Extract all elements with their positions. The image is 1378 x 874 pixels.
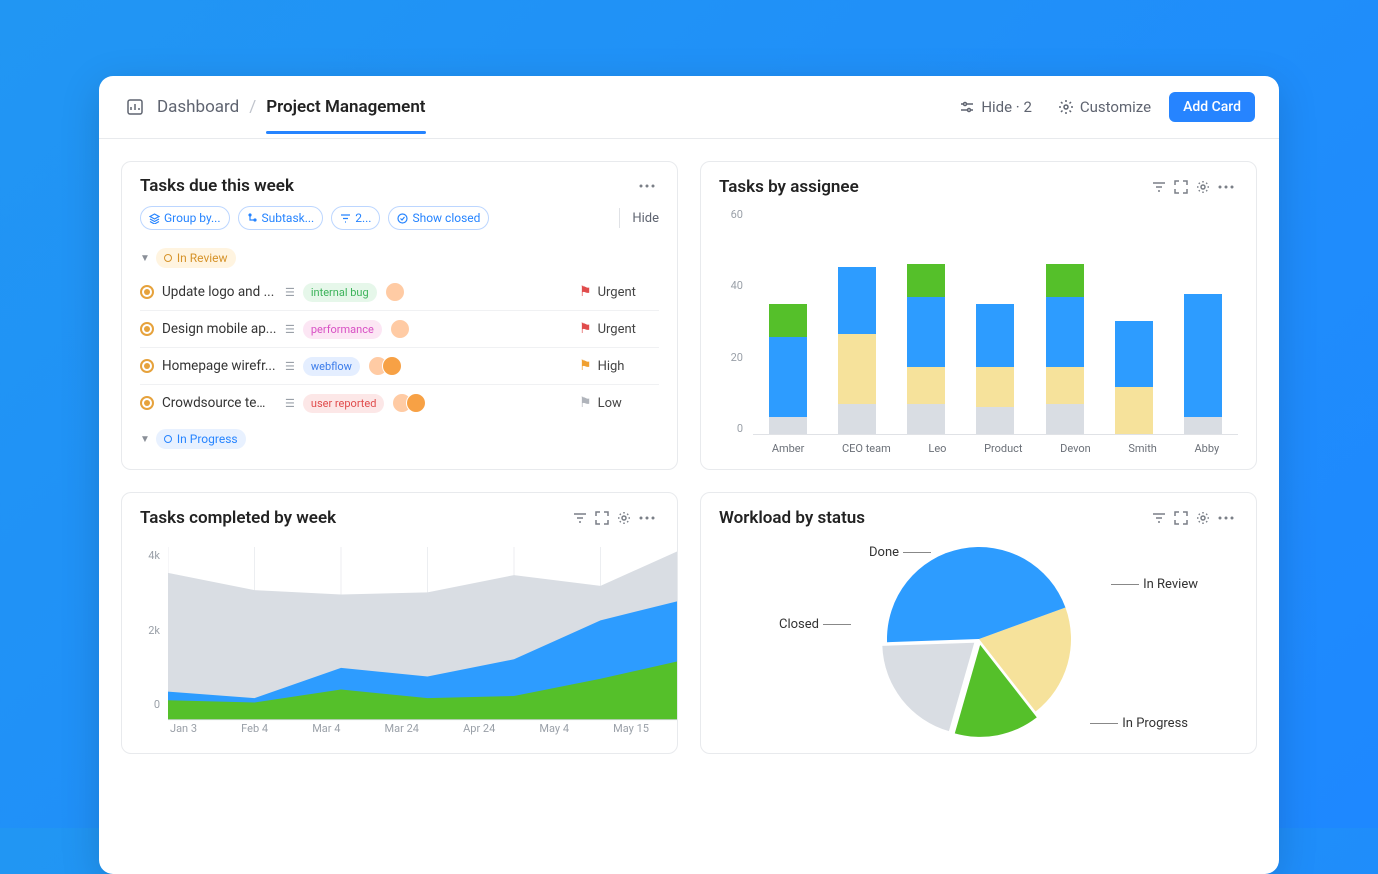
expand-icon[interactable] bbox=[1170, 507, 1192, 529]
task-tag[interactable]: performance bbox=[303, 320, 382, 339]
task-tag[interactable]: user reported bbox=[303, 394, 385, 413]
filter-icon[interactable] bbox=[569, 507, 591, 529]
card-title: Tasks due this week bbox=[140, 176, 294, 196]
pie-label-done: Done bbox=[869, 545, 931, 560]
tasks-due-card: Tasks due this week Group by... Subtask.… bbox=[121, 161, 678, 470]
more-icon[interactable] bbox=[635, 512, 659, 524]
breadcrumb-active[interactable]: Project Management bbox=[266, 97, 425, 117]
card-title: Workload by status bbox=[719, 508, 865, 528]
task-row[interactable]: Design mobile ap... ☰ performance ⚑ Urge… bbox=[140, 311, 659, 348]
pie-label-closed: Closed bbox=[779, 617, 851, 632]
priority-label: High bbox=[598, 359, 625, 374]
task-tag[interactable]: internal bug bbox=[303, 283, 377, 302]
group-by-pill[interactable]: Group by... bbox=[140, 206, 230, 230]
document-icon: ☰ bbox=[285, 397, 295, 410]
more-icon[interactable] bbox=[1214, 181, 1238, 193]
breadcrumb-separator: / bbox=[249, 97, 256, 117]
task-tag[interactable]: webflow bbox=[303, 357, 360, 376]
task-name: Homepage wirefr... bbox=[162, 358, 277, 374]
gear-icon[interactable] bbox=[1192, 176, 1214, 198]
priority-label: Low bbox=[598, 396, 622, 411]
gear-icon[interactable] bbox=[1192, 507, 1214, 529]
pie-label-in-review: In Review bbox=[1111, 577, 1198, 592]
status-circle-icon[interactable] bbox=[140, 359, 154, 373]
task-name: Update logo and ... bbox=[162, 284, 277, 300]
hide-link[interactable]: Hide bbox=[619, 208, 659, 228]
show-closed-pill[interactable]: Show closed bbox=[388, 206, 489, 230]
subtask-icon bbox=[247, 213, 258, 224]
dashboard-icon bbox=[123, 95, 147, 119]
card-title: Tasks by assignee bbox=[719, 177, 859, 197]
task-row[interactable]: Update logo and ... ☰ internal bug ⚑ Urg… bbox=[140, 274, 659, 311]
assignee-bar-chart: 6040200AmberCEO teamLeoProductDevonSmith… bbox=[719, 208, 1238, 455]
tasks-by-assignee-card: Tasks by assignee 6040200AmberCEO teamLe… bbox=[700, 161, 1257, 470]
completed-area-chart: 4k2k0Jan 3Feb 4Mar 4Mar 24Apr 24May 4May… bbox=[140, 539, 659, 739]
chevron-down-icon[interactable]: ▼ bbox=[140, 434, 150, 445]
flag-icon: ⚑ bbox=[579, 358, 592, 374]
document-icon: ☰ bbox=[285, 286, 295, 299]
add-card-button[interactable]: Add Card bbox=[1169, 92, 1255, 122]
filter-icon bbox=[340, 213, 351, 224]
flag-icon: ⚑ bbox=[579, 284, 592, 300]
task-name: Design mobile ap... bbox=[162, 321, 277, 337]
filter-count-pill[interactable]: 2... bbox=[331, 206, 380, 230]
document-icon: ☰ bbox=[285, 360, 295, 373]
expand-icon[interactable] bbox=[1170, 176, 1192, 198]
status-badge[interactable]: In Progress bbox=[156, 429, 246, 449]
gear-icon[interactable] bbox=[613, 507, 635, 529]
status-circle-icon[interactable] bbox=[140, 285, 154, 299]
breadcrumb-root[interactable]: Dashboard bbox=[157, 97, 239, 117]
task-row[interactable]: Homepage wirefr... ☰ webflow ⚑ High bbox=[140, 348, 659, 385]
expand-icon[interactable] bbox=[591, 507, 613, 529]
layers-icon bbox=[149, 213, 160, 224]
flag-icon: ⚑ bbox=[579, 321, 592, 337]
avatar bbox=[382, 356, 402, 376]
task-name: Crowdsource tem... bbox=[162, 395, 277, 411]
document-icon: ☰ bbox=[285, 323, 295, 336]
hide-columns-action[interactable]: Hide · 2 bbox=[951, 98, 1040, 116]
card-title: Tasks completed by week bbox=[140, 508, 336, 528]
avatars[interactable] bbox=[368, 356, 402, 376]
status-circle-icon[interactable] bbox=[140, 322, 154, 336]
chevron-down-icon[interactable]: ▼ bbox=[140, 253, 150, 264]
more-icon[interactable] bbox=[1214, 512, 1238, 524]
avatars[interactable] bbox=[390, 319, 410, 339]
filter-icon[interactable] bbox=[1148, 507, 1170, 529]
breadcrumb: Dashboard / Project Management bbox=[157, 97, 426, 117]
flag-icon: ⚑ bbox=[579, 395, 592, 411]
priority-label: Urgent bbox=[598, 322, 636, 337]
customize-action[interactable]: Customize bbox=[1050, 98, 1159, 116]
avatar bbox=[385, 282, 405, 302]
priority-label: Urgent bbox=[598, 285, 636, 300]
tasks-completed-card: Tasks completed by week 4k2k0Jan 3Feb 4M… bbox=[121, 492, 678, 754]
avatars[interactable] bbox=[385, 282, 405, 302]
workload-pie-chart: In Review Done Closed In Progress bbox=[719, 539, 1238, 739]
check-circle-icon bbox=[397, 213, 408, 224]
sliders-icon bbox=[959, 99, 975, 115]
subtask-pill[interactable]: Subtask... bbox=[238, 206, 324, 230]
status-badge[interactable]: In Review bbox=[156, 248, 236, 268]
pie-label-in-progress: In Progress bbox=[1090, 716, 1188, 731]
header: Dashboard / Project Management Hide · 2 … bbox=[99, 76, 1279, 139]
workload-card: Workload by status In ReviewDoneClosedIn… bbox=[700, 492, 1257, 754]
more-icon[interactable] bbox=[635, 180, 659, 192]
avatar bbox=[390, 319, 410, 339]
status-circle-icon[interactable] bbox=[140, 396, 154, 410]
filter-icon[interactable] bbox=[1148, 176, 1170, 198]
avatars[interactable] bbox=[392, 393, 426, 413]
avatar bbox=[406, 393, 426, 413]
gear-icon bbox=[1058, 99, 1074, 115]
task-row[interactable]: Crowdsource tem... ☰ user reported ⚑ Low bbox=[140, 385, 659, 421]
